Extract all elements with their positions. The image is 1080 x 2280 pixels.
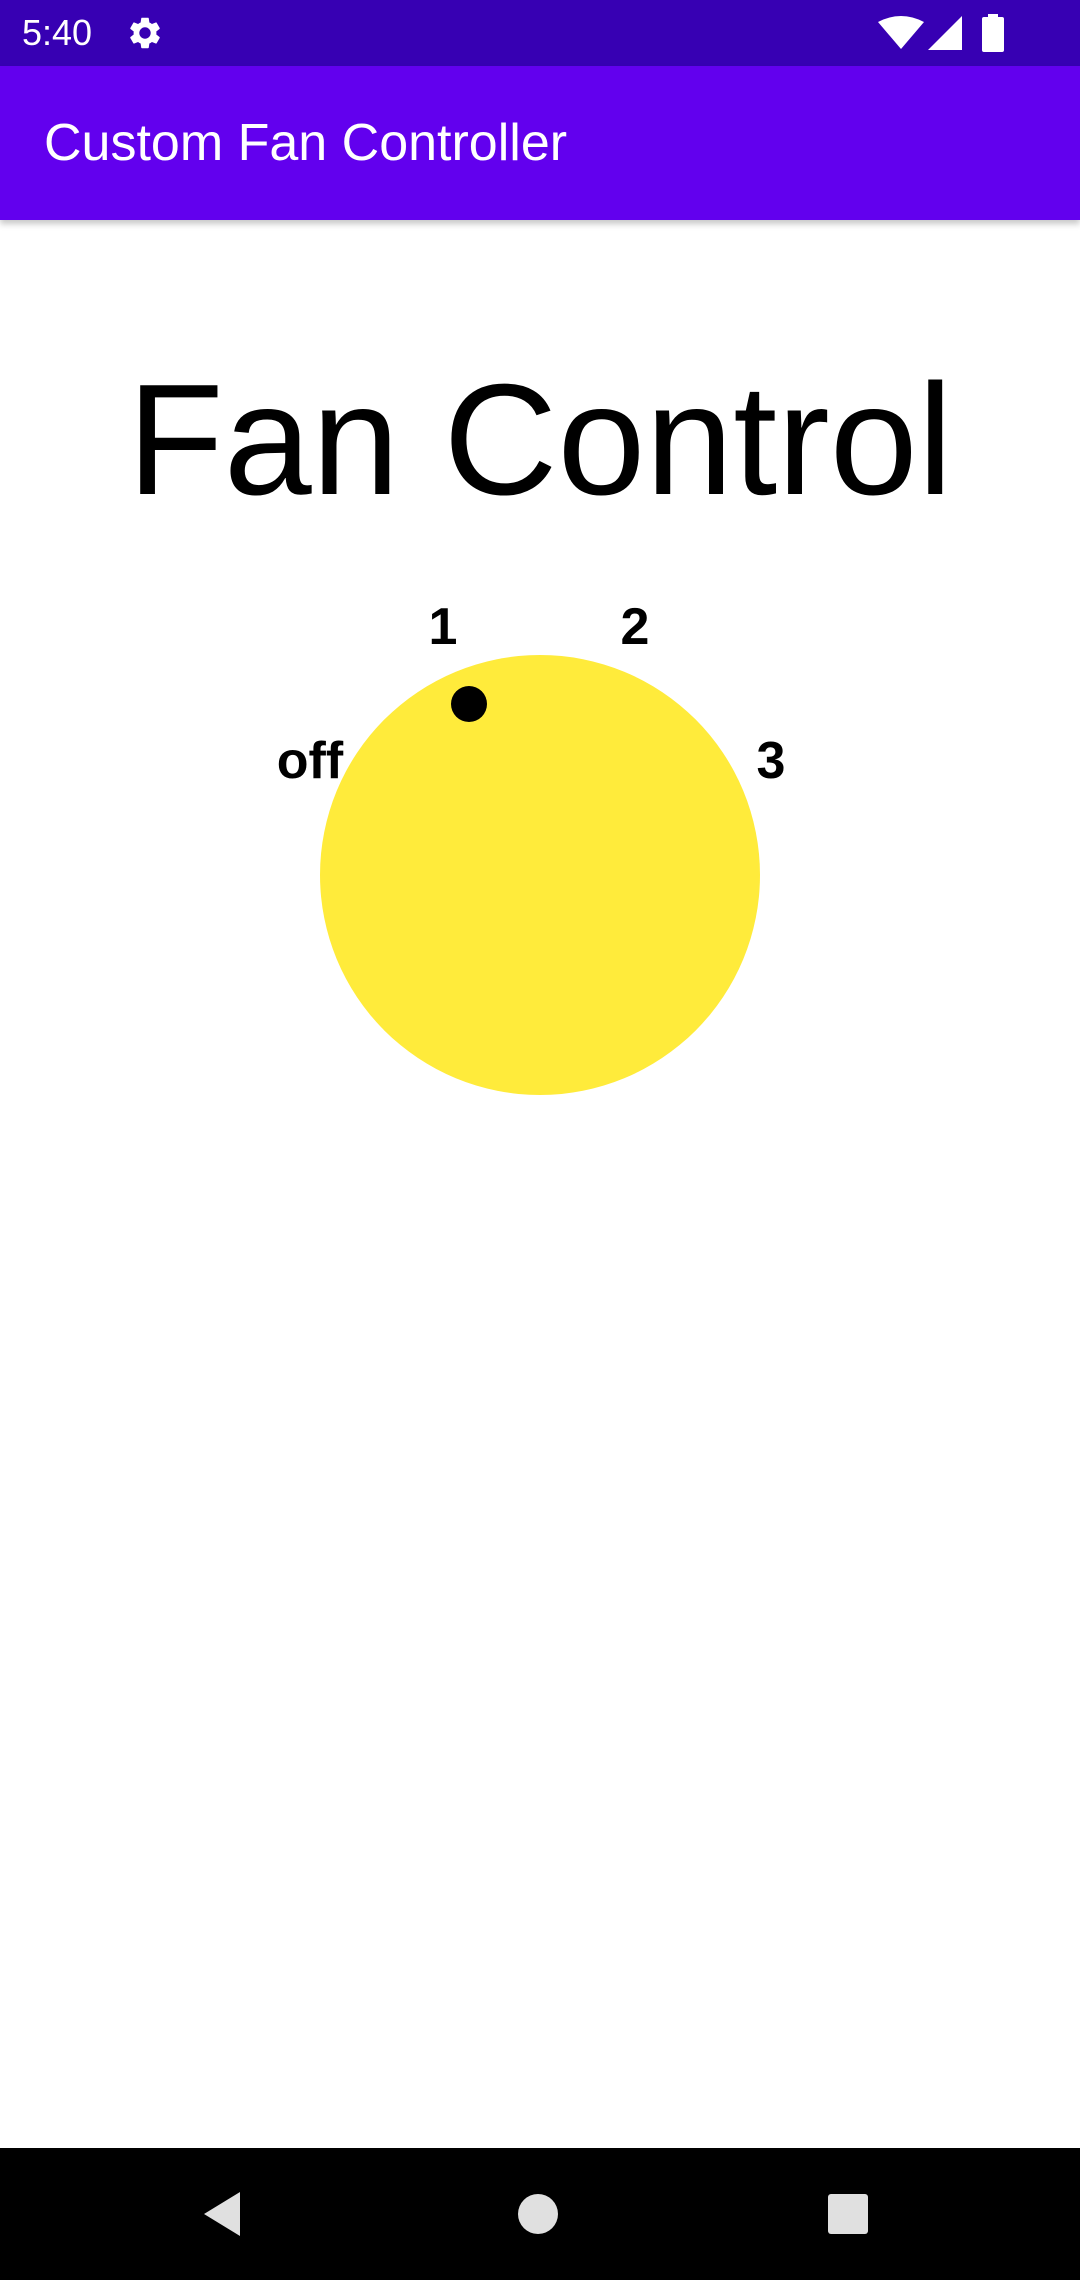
- settings-icon: [130, 17, 160, 49]
- dial-label-off[interactable]: off: [277, 732, 344, 790]
- dial-label-2[interactable]: 2: [621, 598, 650, 656]
- status-time: 5:40: [22, 12, 93, 53]
- recents-icon[interactable]: [826, 2192, 870, 2236]
- dial-label-1[interactable]: 1: [429, 598, 458, 656]
- home-icon[interactable]: [514, 2190, 562, 2238]
- page-title: Fan Control: [127, 352, 953, 528]
- battery-icon: [982, 14, 1004, 52]
- signal-icon: [928, 16, 962, 50]
- dial-label-3[interactable]: 3: [757, 732, 786, 790]
- status-bar: 5:40: [0, 0, 1080, 66]
- navigation-bar: [0, 2148, 1080, 2280]
- wifi-icon: [878, 16, 924, 49]
- app-bar: Custom Fan Controller: [0, 66, 1080, 220]
- fan-dial-knob[interactable]: [320, 655, 760, 1095]
- back-icon[interactable]: [200, 2190, 248, 2238]
- app-title: Custom Fan Controller: [44, 114, 568, 172]
